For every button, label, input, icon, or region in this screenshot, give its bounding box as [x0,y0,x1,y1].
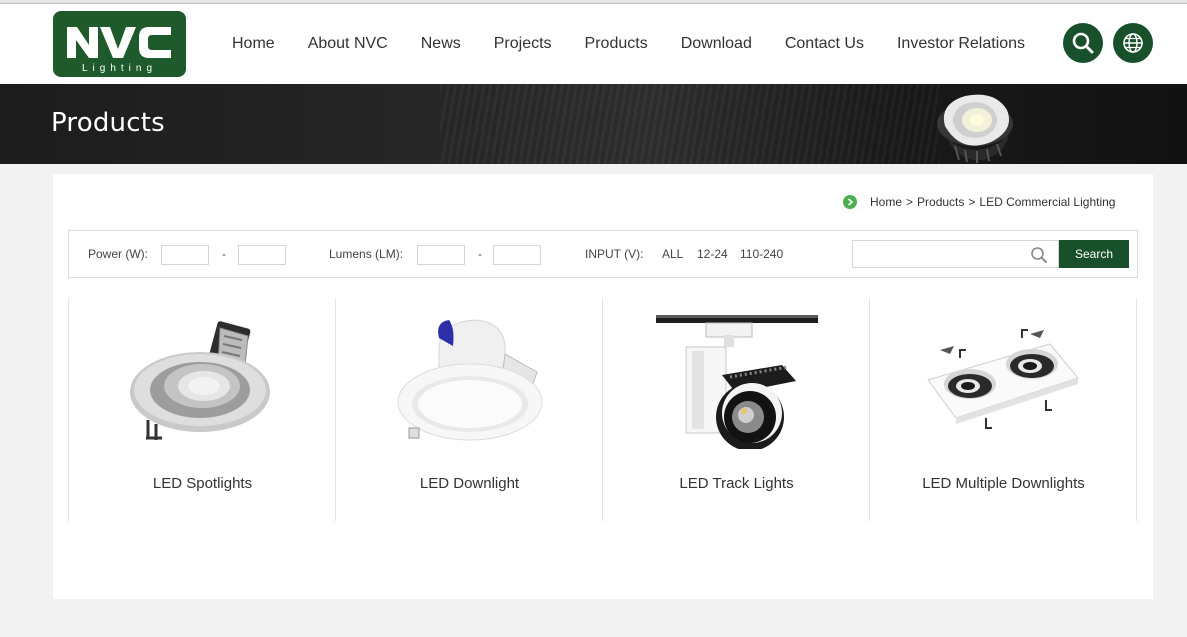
power-range-dash: - [222,247,226,261]
nav-contact[interactable]: Contact Us [768,4,880,84]
product-card-led-spotlights[interactable]: LED Spotlights [69,299,336,521]
power-min-input[interactable] [161,245,209,265]
input-voltage-label: INPUT (V): [585,247,644,261]
product-card-led-multiple-downlights[interactable]: LED Multiple Downlights [870,299,1137,521]
product-name[interactable]: LED Spotlights [69,475,336,492]
product-name[interactable]: LED Track Lights [603,475,870,492]
breadcrumb-current: LED Commercial Lighting [979,195,1116,209]
banner-spotlight-image [937,94,1013,163]
product-card-led-downlight[interactable]: LED Downlight [336,299,603,521]
banner-texture [440,84,940,164]
nav-home[interactable]: Home [216,4,291,84]
breadcrumb-separator: > [906,195,914,209]
product-card-led-track-lights[interactable]: LED Track Lights [603,299,870,521]
nvc-logo[interactable]: Lighting [53,11,186,77]
breadcrumb: Home > Products > LED Commercial Lightin… [843,194,1115,210]
main-nav: Home About NVC News Projects Products Do… [216,4,1042,84]
downlight-image[interactable] [336,313,603,449]
language-button[interactable] [1113,23,1153,63]
search-icon [1072,32,1094,54]
product-grid: LED Spotlights LED Downlight LED Track L… [68,299,1138,521]
breadcrumb-arrow-icon [843,195,857,209]
power-label: Power (W): [88,247,148,261]
page-banner: Products [0,84,1187,164]
spotlight-image[interactable] [69,313,336,449]
header-search-button[interactable] [1063,23,1103,63]
search-icon [1031,247,1047,263]
nvc-logo-mark: Lighting [67,27,171,74]
logo-subtext: Lighting [82,63,157,74]
breadcrumb-products[interactable]: Products [917,195,964,209]
lumens-min-input[interactable] [417,245,465,265]
lumens-max-input[interactable] [493,245,541,265]
breadcrumb-home[interactable]: Home [870,195,902,209]
track-light-image[interactable] [603,313,870,449]
breadcrumb-separator: > [968,195,976,209]
multiple-downlights-image[interactable] [870,313,1137,449]
nav-investor-relations[interactable]: Investor Relations [880,4,1041,84]
site-header: Lighting Home About NVC News Projects Pr… [0,4,1187,84]
voltage-option-12-24[interactable]: 12-24 [697,247,728,261]
nav-projects[interactable]: Projects [477,4,568,84]
lumens-label: Lumens (LM): [329,247,404,261]
product-search-input[interactable] [852,240,1059,268]
power-max-input[interactable] [238,245,286,265]
nav-news[interactable]: News [404,4,477,84]
product-search-button[interactable]: Search [1059,240,1129,268]
nav-download[interactable]: Download [664,4,768,84]
product-name[interactable]: LED Downlight [336,475,603,492]
product-name[interactable]: LED Multiple Downlights [870,475,1137,492]
globe-icon [1123,33,1143,53]
nav-products[interactable]: Products [568,4,664,84]
nav-about[interactable]: About NVC [291,4,404,84]
product-filter-bar: Power (W): - Lumens (LM): - INPUT (V): A… [68,230,1138,278]
voltage-option-110-240[interactable]: 110-240 [740,247,783,261]
lumens-range-dash: - [478,247,482,261]
page-title: Products [51,108,165,138]
products-panel: Home > Products > LED Commercial Lightin… [53,174,1153,599]
voltage-option-all[interactable]: ALL [662,247,683,261]
